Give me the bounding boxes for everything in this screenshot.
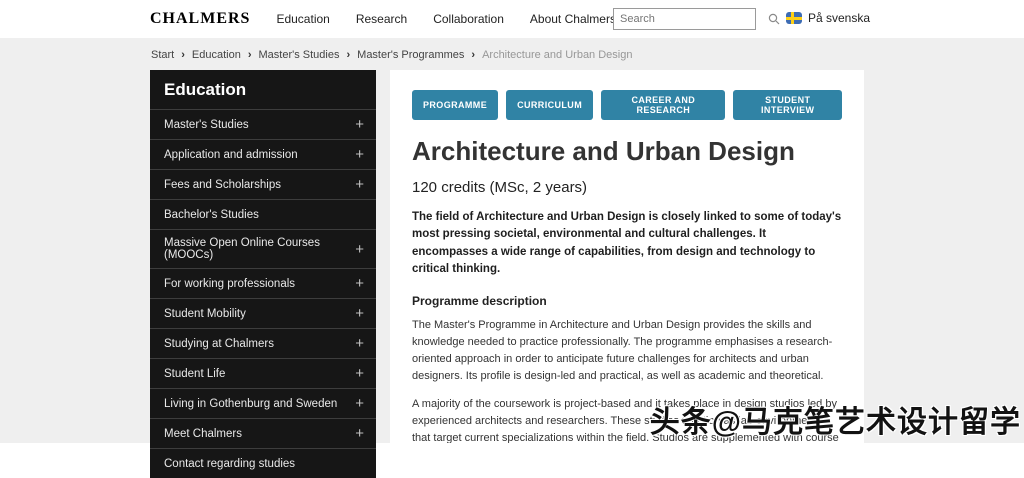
language-switcher[interactable]: På svenska <box>786 11 870 25</box>
top-header: CHALMERS Education Research Collaboratio… <box>0 0 1024 38</box>
sidebar-item-student-life[interactable]: Student Life + <box>150 358 376 388</box>
sidebar-item-label: Fees and Scholarships <box>164 178 281 191</box>
breadcrumb-masters-studies[interactable]: Master's Studies <box>259 49 340 61</box>
main-content: PROGRAMME CURRICULUM CAREER AND RESEARCH… <box>390 70 864 443</box>
chevron-right-icon: › <box>247 49 252 61</box>
plus-icon[interactable]: + <box>355 147 364 162</box>
paragraph-1: The Master's Programme in Architecture a… <box>412 319 833 383</box>
swedish-flag-icon <box>786 12 802 24</box>
watermark-text: 头条@马克笔艺术设计留学 <box>649 406 1021 439</box>
search-input[interactable] <box>614 13 768 25</box>
sidebar-item-label: Student Mobility <box>164 307 246 320</box>
programme-tabs: PROGRAMME CURRICULUM CAREER AND RESEARCH… <box>412 90 842 120</box>
breadcrumb-masters-programmes[interactable]: Master's Programmes <box>357 49 464 61</box>
sidebar-item-meet-chalmers[interactable]: Meet Chalmers + <box>150 418 376 448</box>
language-label: På svenska <box>808 11 871 25</box>
sidebar-item-label: Studying at Chalmers <box>164 337 274 350</box>
plus-icon[interactable]: + <box>355 426 364 441</box>
sidebar-item-masters-studies[interactable]: Master's Studies + <box>150 109 376 139</box>
top-nav: Education Research Collaboration About C… <box>276 12 616 26</box>
breadcrumb-current: Architecture and Urban Design <box>482 49 633 61</box>
sidebar-item-student-mobility[interactable]: Student Mobility + <box>150 298 376 328</box>
nav-collaboration[interactable]: Collaboration <box>433 12 504 26</box>
nav-research[interactable]: Research <box>356 12 407 26</box>
sidebar-item-label: Meet Chalmers <box>164 427 242 440</box>
plus-icon[interactable]: + <box>355 366 364 381</box>
breadcrumb-start[interactable]: Start <box>151 49 174 61</box>
sidebar-item-label: Contact regarding studies <box>164 457 296 470</box>
sidebar: Education Master's Studies + Application… <box>150 70 376 478</box>
sidebar-item-label: Bachelor's Studies <box>164 208 259 221</box>
plus-icon[interactable]: + <box>355 306 364 321</box>
sidebar-item-living-in-gothenburg[interactable]: Living in Gothenburg and Sweden + <box>150 388 376 418</box>
tab-student-interview[interactable]: STUDENT INTERVIEW <box>733 90 842 120</box>
sidebar-item-bachelors-studies[interactable]: Bachelor's Studies + <box>150 199 376 229</box>
plus-icon[interactable]: + <box>355 396 364 411</box>
page-title: Architecture and Urban Design <box>412 136 795 166</box>
credits-text: 120 credits (MSc, 2 years) <box>412 179 588 196</box>
chevron-right-icon: › <box>346 49 351 61</box>
breadcrumb-education[interactable]: Education <box>192 49 241 61</box>
sidebar-item-label: For working professionals <box>164 277 296 290</box>
nav-about-chalmers[interactable]: About Chalmers <box>530 12 616 26</box>
sidebar-item-label: Master's Studies <box>164 118 249 131</box>
chalmers-logo[interactable]: CHALMERS <box>150 10 250 28</box>
sidebar-item-fees-and-scholarships[interactable]: Fees and Scholarships + <box>150 169 376 199</box>
chevron-right-icon: › <box>181 49 185 61</box>
sidebar-item-label: Massive Open Online Courses (MOOCs) <box>164 237 320 261</box>
tab-curriculum[interactable]: CURRICULUM <box>506 90 594 120</box>
plus-icon[interactable]: + <box>355 276 364 291</box>
plus-icon[interactable]: + <box>355 177 364 192</box>
sidebar-item-studying-at-chalmers[interactable]: Studying at Chalmers + <box>150 328 376 358</box>
tab-career-and-research[interactable]: CAREER AND RESEARCH <box>601 90 726 120</box>
chevron-right-icon: › <box>471 49 476 61</box>
nav-education[interactable]: Education <box>276 12 329 26</box>
breadcrumb: Start › Education › Master's Studies › M… <box>151 49 632 61</box>
plus-icon[interactable]: + <box>355 242 364 257</box>
sidebar-item-label: Student Life <box>164 367 226 380</box>
tab-programme[interactable]: PROGRAMME <box>412 90 499 120</box>
sidebar-item-application-and-admission[interactable]: Application and admission + <box>150 139 376 169</box>
sidebar-item-contact-regarding-studies[interactable]: Contact regarding studies + <box>150 448 376 478</box>
sidebar-item-label: Application and admission <box>164 148 298 161</box>
section-heading: Programme description <box>412 294 547 308</box>
sidebar-item-for-working-professionals[interactable]: For working professionals + <box>150 268 376 298</box>
search-box <box>613 8 780 30</box>
intro-text: The field of Architecture and Urban Desi… <box>412 211 842 275</box>
search-icon[interactable] <box>768 9 780 29</box>
plus-icon[interactable]: + <box>355 336 364 351</box>
sidebar-item-moocs[interactable]: Massive Open Online Courses (MOOCs) + <box>150 229 376 268</box>
plus-icon[interactable]: + <box>355 117 364 132</box>
sidebar-item-label: Living in Gothenburg and Sweden <box>164 397 338 410</box>
sidebar-title: Education <box>164 80 247 99</box>
